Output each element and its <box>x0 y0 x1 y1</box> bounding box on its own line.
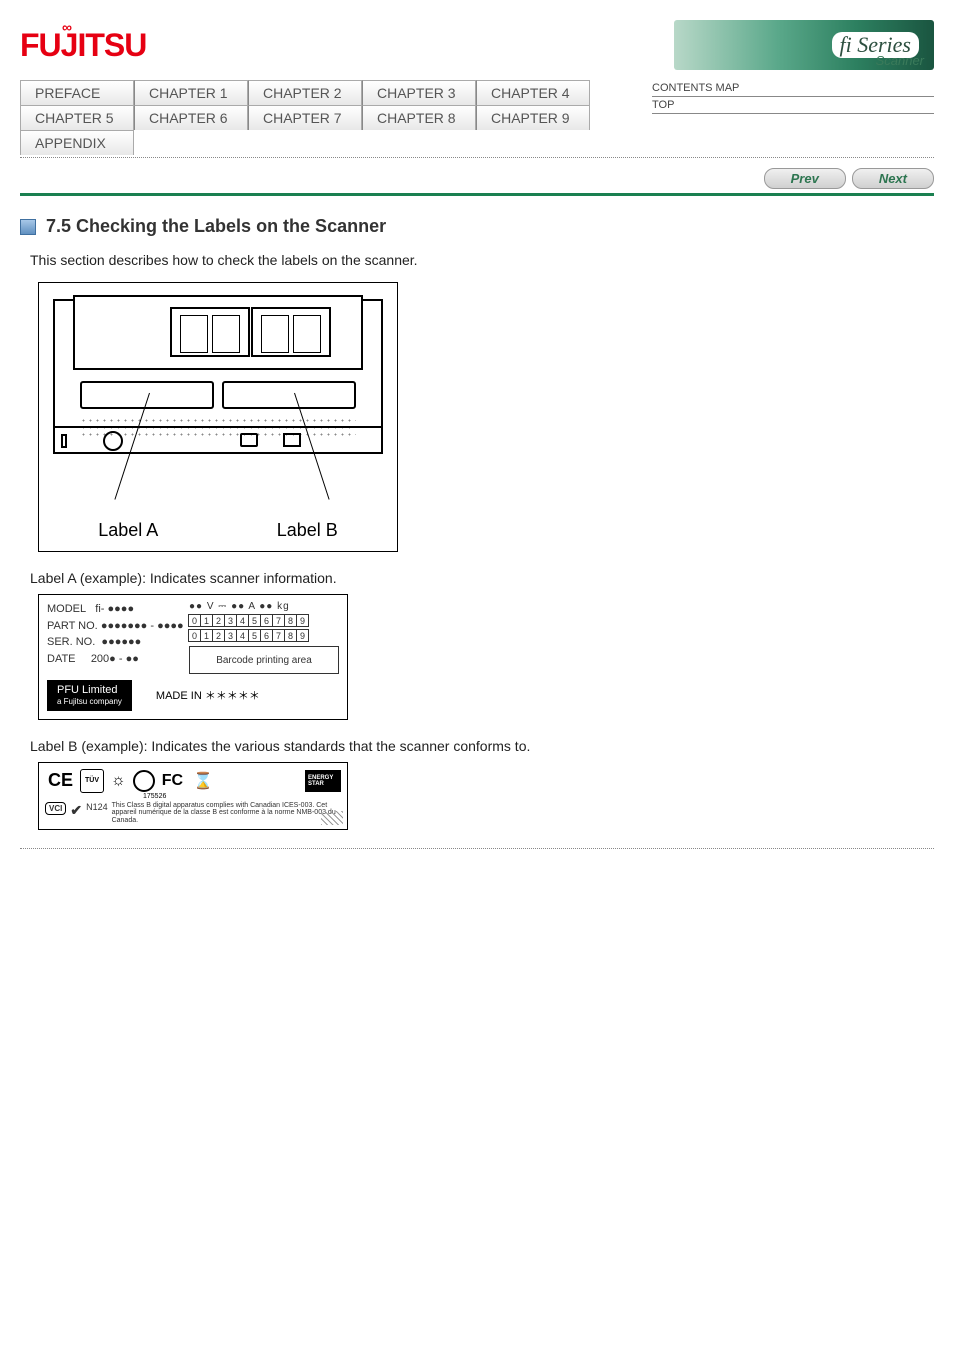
page-nav: Prev Next <box>20 168 934 189</box>
label-b-description: Label B (example): Indicates the various… <box>30 738 934 754</box>
label-a-units: ●● V ⎓ ●● A ●● kg <box>189 601 339 612</box>
label-a-digits-row-1: 0 1 2 3 4 5 6 7 8 9 <box>189 614 339 627</box>
divider <box>20 157 934 158</box>
label-a-model-val: fi- ●●●● <box>95 603 134 615</box>
tab-chapter-2[interactable]: CHAPTER 2 <box>248 80 362 105</box>
label-a-ser-val: ●●●●●● <box>101 636 141 648</box>
tab-chapter-5[interactable]: CHAPTER 5 <box>20 105 134 130</box>
label-a-part-key: PART NO. <box>47 620 98 632</box>
fi-series-banner: fi Series Scanner <box>674 20 934 70</box>
tab-chapter-8[interactable]: CHAPTER 8 <box>362 105 476 130</box>
energy-star-icon: ENERGY STAR <box>305 770 341 792</box>
label-a-figure: MODEL fi- ●●●● PART NO. ●●●●●●● - ●●●● S… <box>38 594 348 720</box>
pfu-limited-block: PFU Limited a Fujitsu company <box>47 680 132 711</box>
link-top[interactable]: TOP <box>652 97 934 114</box>
gost-mark-icon: ☼ <box>108 771 129 791</box>
contents-links: CONTENTS MAP TOP <box>644 80 934 155</box>
vci-mark-icon: VCI <box>45 802 66 815</box>
csa-mark-icon <box>133 770 155 792</box>
tab-chapter-7[interactable]: CHAPTER 7 <box>248 105 362 130</box>
series-sub: Scanner <box>876 53 924 68</box>
compliance-text: This Class B digital apparatus complies … <box>112 802 341 825</box>
scanner-label-position-figure: Label A Label B <box>38 282 398 552</box>
tab-preface[interactable]: PREFACE <box>20 80 134 105</box>
tuv-mark-icon: TÜV <box>80 769 104 793</box>
label-a-ser-key: SER. NO. <box>47 636 95 648</box>
figure-label-a-text: Label A <box>98 520 158 541</box>
label-a-date-val: 200● - ●● <box>91 653 139 665</box>
bottom-divider <box>20 848 934 849</box>
next-button[interactable]: Next <box>852 168 934 189</box>
fujitsu-logo: FUJITSU ∞ <box>20 27 146 64</box>
prev-button[interactable]: Prev <box>764 168 846 189</box>
label-a-description: Label A (example): Indicates scanner inf… <box>30 570 934 586</box>
csa-number: 175526 <box>143 793 341 800</box>
tab-chapter-1[interactable]: CHAPTER 1 <box>134 80 248 105</box>
hourglass-icon: ⌛ <box>190 770 216 792</box>
tab-appendix[interactable]: APPENDIX <box>20 130 134 155</box>
hatch-corner-icon <box>321 811 343 825</box>
section-icon <box>20 219 36 235</box>
logo-infinity-icon: ∞ <box>62 19 71 35</box>
label-a-digits-row-2: 0 1 2 3 4 5 6 7 8 9 <box>189 629 339 642</box>
label-a-barcode-area: Barcode printing area <box>189 646 339 674</box>
green-divider <box>20 193 934 196</box>
tab-chapter-6[interactable]: CHAPTER 6 <box>134 105 248 130</box>
c-tick-icon: ✔ <box>70 802 82 819</box>
intro-text: This section describes how to check the … <box>30 252 934 268</box>
tab-chapter-9[interactable]: CHAPTER 9 <box>476 105 590 130</box>
label-a-madein: MADE IN ＊＊＊＊＊ <box>156 687 260 703</box>
section-title: 7.5 Checking the Labels on the Scanner <box>46 216 386 237</box>
n124-text: N124 <box>86 802 108 812</box>
ce-mark-icon: CE <box>45 769 76 792</box>
pfu-sub: a Fujitsu company <box>57 697 122 707</box>
tab-chapter-4[interactable]: CHAPTER 4 <box>476 80 590 105</box>
chapter-tabs: PREFACE CHAPTER 1 CHAPTER 2 CHAPTER 3 CH… <box>20 80 634 155</box>
figure-label-b-text: Label B <box>277 520 338 541</box>
fcc-mark-icon: FC <box>159 771 186 791</box>
label-b-figure: CE TÜV ☼ FC ⌛ ENERGY STAR 175526 VCI ✔ N… <box>38 762 348 830</box>
link-contents-map[interactable]: CONTENTS MAP <box>652 80 934 97</box>
pfu-name: PFU Limited <box>57 684 122 697</box>
tab-chapter-3[interactable]: CHAPTER 3 <box>362 80 476 105</box>
label-a-part-val: ●●●●●●● - ●●●● <box>101 620 184 632</box>
label-a-model-key: MODEL <box>47 603 86 615</box>
label-a-date-key: DATE <box>47 653 76 665</box>
